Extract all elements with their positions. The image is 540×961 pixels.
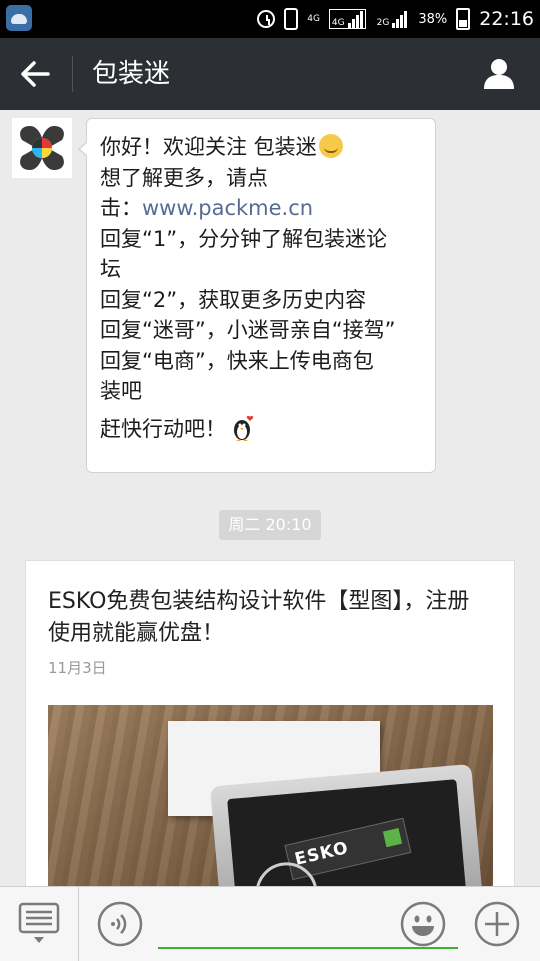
input-bar	[0, 886, 540, 961]
status-indicators: 4G 4G 2G 38% 22:16	[257, 0, 534, 38]
sender-avatar[interactable]	[12, 118, 72, 178]
usb-logo-icon	[382, 827, 403, 848]
message-text: 赶快行动吧！	[100, 416, 226, 441]
metal-tin-graphic: ESKO	[209, 763, 485, 905]
battery-icon	[456, 8, 471, 30]
happy-face-emoji-icon	[318, 134, 343, 158]
signal-bars-2g-icon	[392, 10, 408, 28]
chat-title: 包装迷	[92, 59, 171, 89]
text-input-field[interactable]	[158, 947, 458, 949]
clock: 22:16	[479, 8, 534, 30]
message-line: 回复“1”，分分钟了解包装迷论	[100, 226, 388, 251]
message-line: 坛	[100, 257, 121, 281]
message-text: 击：	[100, 196, 142, 220]
bar-divider	[78, 887, 79, 961]
packme-logo-icon	[12, 118, 72, 178]
header-divider	[72, 56, 73, 92]
message-bubble[interactable]: 你好！欢迎关注 包装迷 想了解更多，请点 击：www.packme.cn 回复“…	[78, 118, 436, 473]
article-title[interactable]: ESKO免费包装结构设计软件【型图】，注册使用就能赢优盘！	[48, 586, 488, 650]
penguin-heart-emoji-icon	[234, 415, 254, 441]
message-line: 你好！欢迎关注 包装迷	[100, 132, 425, 163]
chat-header: 包装迷	[0, 38, 540, 110]
status-bar: 4G 4G 2G 38% 22:16	[0, 0, 540, 38]
website-link[interactable]: www.packme.cn	[142, 196, 313, 220]
article-cover-image[interactable]: ESKO	[48, 705, 493, 905]
message-line: 回复“迷哥”，小迷哥亲自“接驾”	[100, 318, 396, 342]
message-timestamp: 周二 20:10	[219, 510, 321, 540]
menu-list-icon[interactable]	[18, 902, 60, 944]
battery-percent: 38%	[418, 11, 448, 27]
message-line: 装吧	[100, 379, 142, 403]
message-line: 赶快行动吧！	[100, 414, 425, 445]
network-2g-label: 2G	[376, 18, 390, 28]
network-4g-small-label: 4G	[307, 13, 320, 24]
signal-2g: 2G	[375, 10, 410, 28]
network-4g-label: 4G	[331, 18, 345, 28]
message-text: 你好！欢迎关注 包装迷	[100, 135, 317, 159]
message-line: 回复“2”，获取更多历史内容	[100, 287, 367, 312]
message-line: 击：www.packme.cn	[100, 193, 425, 224]
voice-input-icon[interactable]	[97, 901, 143, 947]
usb-brand-text: ESKO	[292, 838, 351, 870]
plus-more-icon[interactable]	[474, 901, 520, 947]
signal-4g: 4G	[328, 9, 366, 29]
phone-call-icon	[284, 8, 299, 30]
emoji-picker-icon[interactable]	[400, 901, 446, 947]
weather-app-icon	[6, 5, 32, 31]
profile-icon[interactable]	[482, 56, 516, 90]
message-line: 回复“电商”，快来上传电商包	[100, 348, 374, 373]
article-date: 11月3日	[48, 659, 107, 677]
back-arrow-icon[interactable]	[20, 60, 50, 88]
message-line: 想了解更多，请点	[100, 165, 268, 190]
signal-bars-icon	[347, 10, 363, 28]
alarm-icon	[257, 10, 276, 28]
